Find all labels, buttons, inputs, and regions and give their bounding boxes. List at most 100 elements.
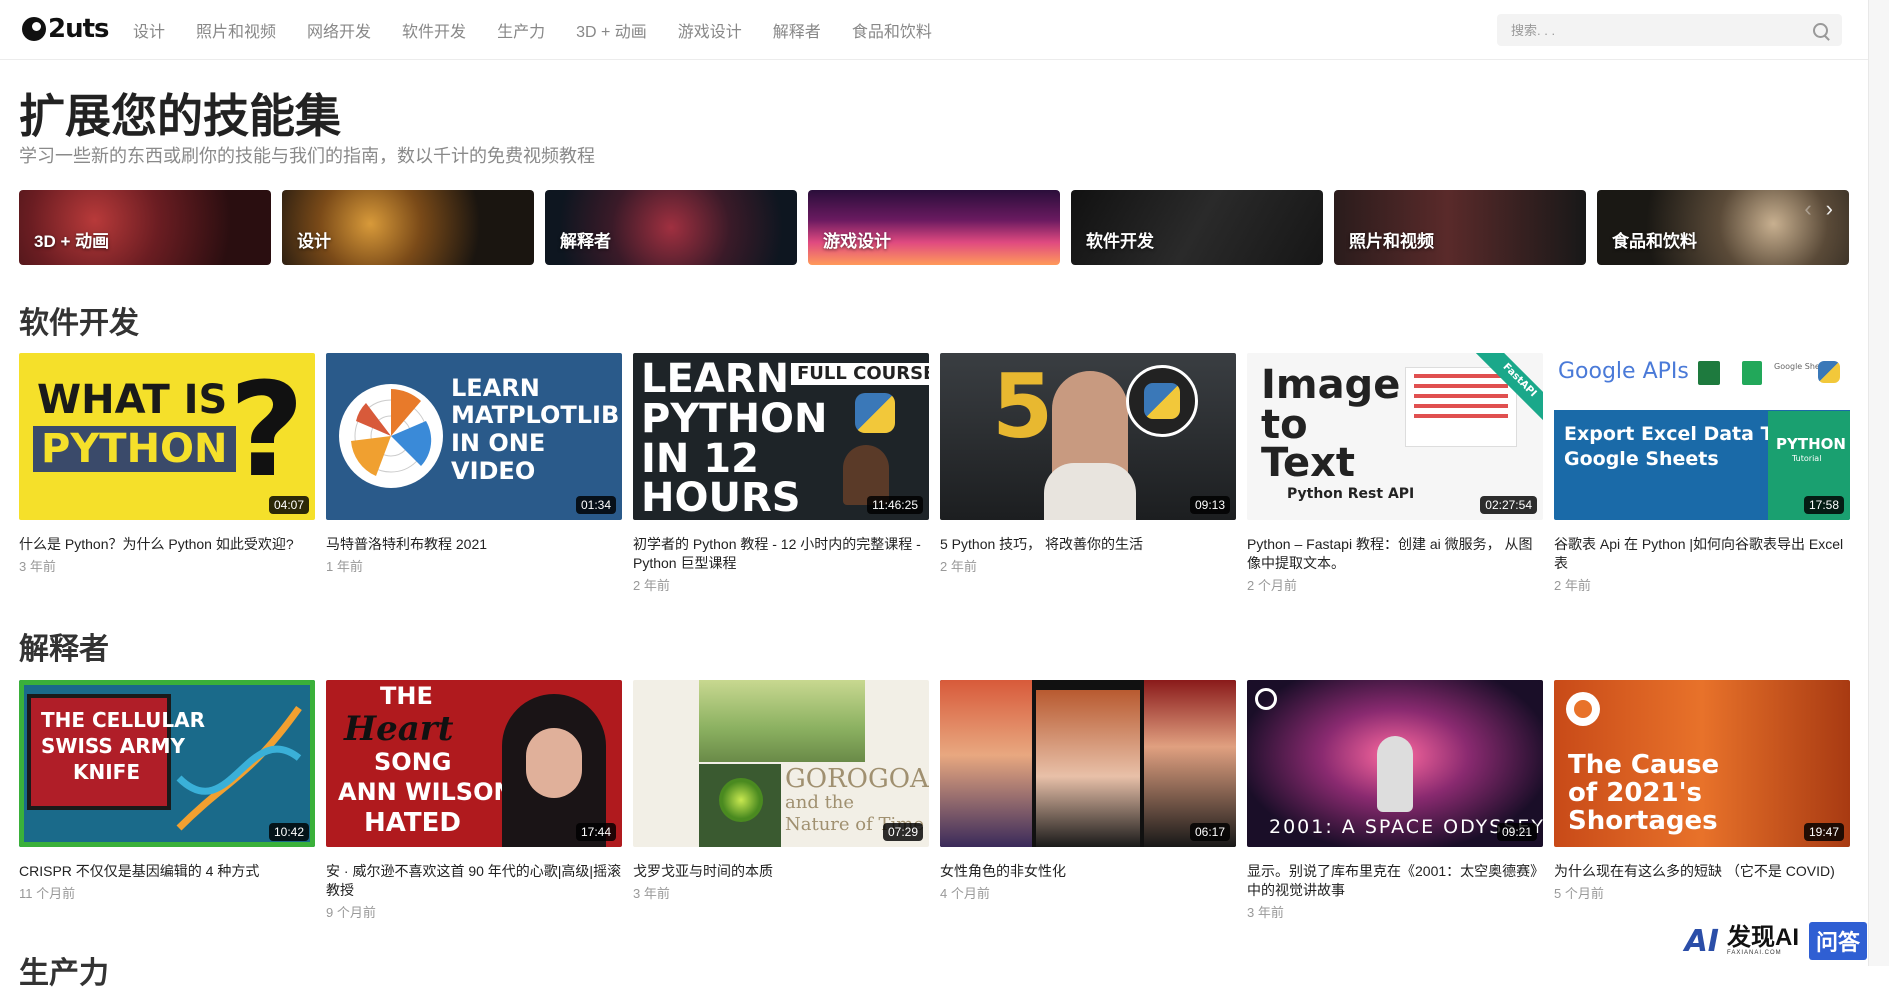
category-label: 解释者 [560,232,611,251]
thumb-text: HATED [364,808,461,838]
thumb-text: MATPLOTLIB [451,401,620,429]
thumb-text: Shortages [1568,806,1718,836]
nav-item-web-dev[interactable]: 网络开发 [307,18,371,42]
video-duration: 02:27:54 [1480,496,1537,514]
nav-item-3d-animation[interactable]: 3D + 动画 [576,18,647,42]
logo-text: 2uts [48,14,110,44]
video-title[interactable]: 戈罗戈亚与时间的本质 [633,862,929,881]
carousel-arrows: ‹ › [1790,196,1833,222]
nav-item-design[interactable]: 设计 [133,18,165,42]
video-title[interactable]: 谷歌表 Api 在 Python |如何向谷歌表导出 Excel 表 [1554,535,1850,573]
logo-mark-icon [22,17,46,41]
category-label: 软件开发 [1086,232,1154,251]
video-title[interactable]: 安 · 威尔逊不喜欢这首 90 年代的心歌|高级|摇滚教授 [326,862,622,900]
video-title[interactable]: 为什么现在有这么多的短缺 （它不是 COVID) [1554,862,1850,881]
category-label: 3D + 动画 [34,232,110,251]
nav-item-explainers[interactable]: 解释者 [773,18,821,42]
thumb-text: The Cause [1568,750,1720,780]
category-card-food-drink[interactable]: 食品和饮料 ‹ › [1597,190,1849,265]
polar-chart-icon [339,384,443,488]
page-scrollbar[interactable] [1868,0,1889,966]
page-subtitle: 学习一些新的东西或刷你的技能与我们的指南，数以千计的免费视频教程 [19,146,595,166]
video-date: 3 年前 [19,559,56,574]
thumb-text: 5 [992,355,1054,458]
video-thumbnail[interactable]: WHAT IS PYTHON ? 04:07 [19,353,315,520]
category-card-photo-video[interactable]: 照片和视频 [1334,190,1586,265]
video-thumbnail[interactable]: 06:17 [940,680,1236,847]
section-title-productivity[interactable]: 生产力 [19,948,109,992]
category-label: 食品和饮料 [1612,232,1697,251]
video-card: The Cause of 2021's Shortages 19:47 为什么现… [1554,680,1850,902]
thumb-text: WHAT IS [37,377,228,423]
video-thumbnail[interactable]: The Cause of 2021's Shortages 19:47 [1554,680,1850,847]
video-card: 5 09:13 5 Python 技巧， 将改善你的生活 2 年前 [940,353,1236,575]
video-card: 2001: A SPACE ODYSSEY 09:21 显示。别说了库布里克在《… [1247,680,1543,921]
video-thumbnail[interactable]: THE CELLULAR SWISS ARMY KNIFE 10:42 [19,680,315,847]
video-duration: 19:47 [1803,823,1844,841]
thumb-text: VIDEO [451,457,536,485]
nav-item-game-design[interactable]: 游戏设计 [678,18,742,42]
category-card-software-dev[interactable]: 软件开发 [1071,190,1323,265]
thumb-text: THE [380,682,433,710]
video-thumbnail[interactable]: LEARN FULL COURSE PYTHON IN 12 HOURS 11:… [633,353,929,520]
watermark-brand: 发现AI FAXIANAI.COM [1727,926,1799,957]
thumb-text: GOROGOA [785,764,929,794]
video-card: 06:17 女性角色的非女性化 4 个月前 [940,680,1236,902]
category-card-explainers[interactable]: 解释者 [545,190,797,265]
video-thumbnail[interactable]: 5 09:13 [940,353,1236,520]
thumb-text: KNIFE [73,760,141,784]
python-logo-icon [855,393,895,433]
video-title[interactable]: 显示。别说了库布里克在《2001：太空奥德赛》中的视觉讲故事 [1247,862,1543,900]
video-card: WHAT IS PYTHON ? 04:07 什么是 Python？为什么 Py… [19,353,315,575]
video-date: 2 年前 [633,578,670,593]
search-input[interactable] [1497,14,1825,46]
nav-item-software-dev[interactable]: 软件开发 [402,18,466,42]
video-title[interactable]: Python – Fastapi 教程：创建 ai 微服务， 从图像中提取文本。 [1247,535,1543,573]
thumb-text: SONG [374,748,452,776]
video-thumbnail[interactable]: LEARN MATPLOTLIB IN ONE VIDEO 01:34 [326,353,622,520]
channel-logo-icon [1255,688,1277,710]
thumb-text: Text [1261,440,1356,486]
top-header: 2uts 设计 照片和视频 网络开发 软件开发 生产力 3D + 动画 游戏设计… [0,0,1889,60]
thumb-text: PYTHON [33,426,236,472]
thumb-text: IN 12 [641,436,759,482]
thumb-text: to [1261,402,1308,448]
carousel-next-icon[interactable]: › [1826,196,1833,221]
video-thumbnail[interactable]: Image to Text Python Rest API FastAPI 02… [1247,353,1543,520]
python-badge-icon [1126,365,1198,437]
carousel-prev-icon[interactable]: ‹ [1804,196,1811,221]
category-card-design[interactable]: 设计 [282,190,534,265]
video-thumbnail[interactable]: THE Heart SONG ANN WILSON HATED 17:44 [326,680,622,847]
category-label: 游戏设计 [823,232,891,251]
category-carousel: 3D + 动画 设计 解释者 游戏设计 软件开发 照片和视频 食品和饮料 ‹ › [19,190,1850,265]
video-title[interactable]: CRISPR 不仅仅是基因编辑的 4 种方式 [19,862,315,881]
category-card-game-design[interactable]: 游戏设计 [808,190,1060,265]
photo-panel [1036,690,1140,847]
search-icon[interactable] [1813,23,1828,38]
nav-item-food-drink[interactable]: 食品和饮料 [852,18,932,42]
video-date: 11 个月前 [19,886,76,901]
section-title-software-dev[interactable]: 软件开发 [19,298,139,342]
page-title: 扩展您的技能集 [19,90,341,142]
video-title[interactable]: 马特普洛特利布教程 2021 [326,535,622,554]
thumb-text: Python Rest API [1287,486,1415,502]
nav-item-productivity[interactable]: 生产力 [497,18,545,42]
video-date: 1 年前 [326,559,363,574]
video-title[interactable]: 女性角色的非女性化 [940,862,1236,881]
thumb-text: ANN WILSON [338,778,514,806]
astronaut-figure [1377,736,1413,812]
thumb-text: of 2021's [1568,778,1703,808]
site-logo[interactable]: 2uts [22,13,110,45]
video-title[interactable]: 5 Python 技巧， 将改善你的生活 [940,535,1236,554]
presenter-face [526,728,582,798]
video-title[interactable]: 初学者的 Python 教程 - 12 小时内的完整课程 - Python 巨型… [633,535,929,573]
section-title-explainers[interactable]: 解释者 [19,624,109,668]
nav-item-photo-video[interactable]: 照片和视频 [196,18,276,42]
video-thumbnail[interactable]: GOROGOA and the Nature of Time 07:29 [633,680,929,847]
video-title[interactable]: 什么是 Python？为什么 Python 如此受欢迎? [19,535,315,554]
video-thumbnail[interactable]: 2001: A SPACE ODYSSEY 09:21 [1247,680,1543,847]
thumb-text: Heart [344,709,454,749]
video-thumbnail[interactable]: Google APIs Google Sheets Export Excel D… [1554,353,1850,520]
category-card-3d-animation[interactable]: 3D + 动画 [19,190,271,265]
thumb-text: Google Sheets [1564,448,1719,470]
